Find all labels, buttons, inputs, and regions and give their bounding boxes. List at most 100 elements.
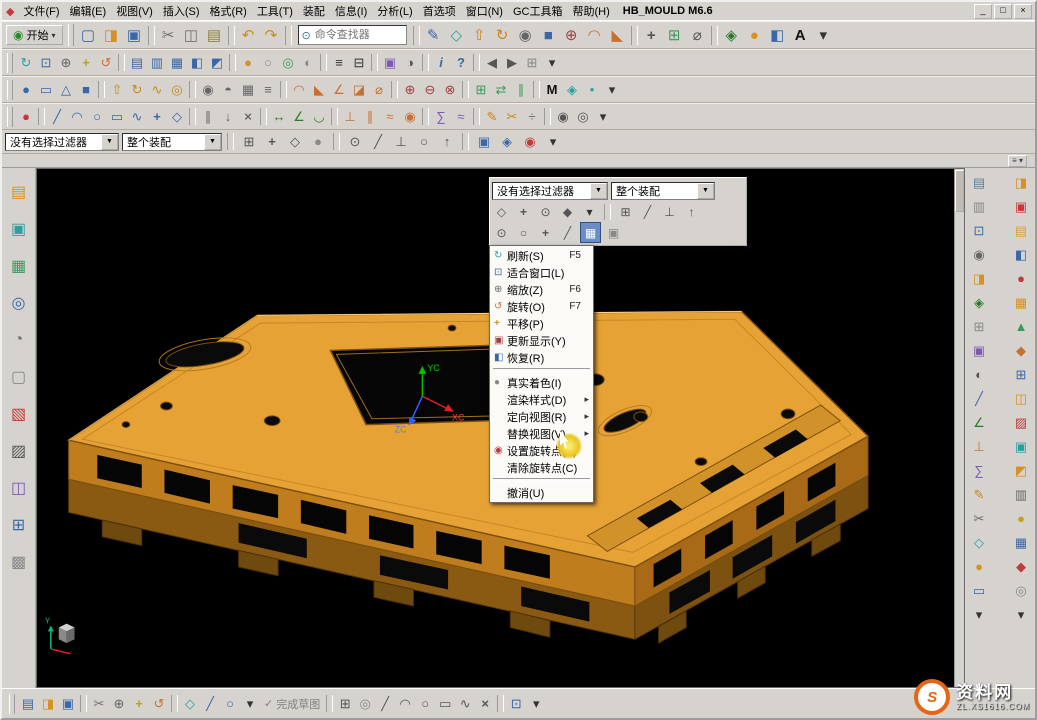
menu-item-clear-rotate-point[interactable]: 清除旋转点(C) <box>491 459 592 476</box>
snap-vertical-icon[interactable]: ↑ <box>437 132 457 152</box>
wcs-icon[interactable]: ◈ <box>720 24 743 47</box>
spline-icon[interactable]: ∿ <box>127 107 147 127</box>
edit-curve-icon[interactable]: ✎ <box>482 107 502 127</box>
more-commands-chevron-icon[interactable]: ▾ <box>602 80 622 100</box>
manufacturing-wizard-icon[interactable]: ▨ <box>7 439 31 463</box>
deviation-icon[interactable]: ≈ <box>451 107 471 127</box>
mold-wizard-icon[interactable]: ◨ <box>1010 172 1032 193</box>
more-commands-chevron-icon[interactable]: ▾ <box>812 24 835 47</box>
menu-item-orient-view[interactable]: 定向视图(R) ▸ <box>491 408 592 425</box>
analysis-flyout-icon[interactable]: ∑ <box>968 460 990 481</box>
hole-icon[interactable]: ◉ <box>198 80 218 100</box>
line-icon[interactable]: ╱ <box>47 107 67 127</box>
bom-icon[interactable]: ▥ <box>1010 484 1032 505</box>
roles-icon[interactable]: ◫ <box>7 476 31 500</box>
snap-icon[interactable]: ◎ <box>355 694 375 714</box>
start-menu-button[interactable]: ◉ 开始 ▾ <box>6 25 63 45</box>
viewport-scrollbar[interactable] <box>954 169 964 687</box>
open-file-icon[interactable]: ◨ <box>100 24 123 47</box>
section-view-icon[interactable]: ▤ <box>968 172 990 193</box>
tools-extra-icon[interactable]: ◎ <box>1010 580 1032 601</box>
pan-icon[interactable]: + <box>76 53 96 73</box>
zoom-icon[interactable]: ⊕ <box>56 53 76 73</box>
check-mold-icon[interactable]: ◆ <box>1010 556 1032 577</box>
pattern-feature-icon[interactable]: ⊞ <box>663 24 686 47</box>
snap-mid-icon[interactable]: ◎ <box>573 107 593 127</box>
history-icon[interactable]: ◔ <box>7 328 31 352</box>
text-icon[interactable]: A <box>789 24 812 47</box>
datum-csys-icon[interactable]: ◈ <box>562 80 582 100</box>
select-body-icon[interactable]: ● <box>308 132 328 152</box>
offset-icon[interactable]: ∥ <box>511 80 531 100</box>
point-icon[interactable]: + <box>147 107 167 127</box>
snap-line-icon[interactable]: ╱ <box>638 202 657 221</box>
snap-enabled-icon[interactable]: ▦ <box>580 222 601 243</box>
next-view-icon[interactable]: ▶ <box>502 53 522 73</box>
snap-perpendicular-icon[interactable]: ⊥ <box>391 132 411 152</box>
minimize-button[interactable]: _ <box>974 4 992 19</box>
runner-icon[interactable]: ● <box>1010 268 1032 289</box>
sphere-icon[interactable]: ● <box>16 80 36 100</box>
moldbase-icon[interactable]: ▦ <box>1010 292 1032 313</box>
command-finder-input[interactable] <box>313 28 403 42</box>
circle-icon[interactable]: ○ <box>220 694 240 714</box>
separator[interactable] <box>371 54 378 71</box>
open-icon[interactable]: ◨ <box>38 694 58 714</box>
separator[interactable] <box>326 695 333 712</box>
edit-flyout-icon[interactable]: ✎ <box>968 484 990 505</box>
separator[interactable] <box>497 695 504 712</box>
thread-icon[interactable]: ⌀ <box>369 80 389 100</box>
separator[interactable] <box>260 108 267 125</box>
separator[interactable] <box>38 108 45 125</box>
chevron-down-icon[interactable]: ▾ <box>526 694 546 714</box>
cooling-icon[interactable]: ▨ <box>1010 412 1032 433</box>
snap-vertical-icon[interactable]: ↑ <box>682 202 701 221</box>
info-icon[interactable]: i <box>431 53 451 73</box>
show-hide-icon[interactable]: ◑ <box>400 53 420 73</box>
parallel-constraint-icon[interactable]: ∥ <box>360 107 380 127</box>
menu-item-update-display[interactable]: ▣ 更新显示(Y) <box>491 332 592 349</box>
back-view-icon[interactable]: ▥ <box>147 53 167 73</box>
edge-blend-icon[interactable]: ◠ <box>289 80 309 100</box>
tangent-constraint-icon[interactable]: ≈ <box>380 107 400 127</box>
new-file-icon[interactable]: ▢ <box>77 24 100 47</box>
snap-line-icon[interactable]: ╱ <box>558 223 577 242</box>
more-commands-chevron-icon[interactable]: ▾ <box>543 132 563 152</box>
extrude-icon[interactable]: ⇧ <box>107 80 127 100</box>
selection-filter-dropdown[interactable]: 没有选择过滤器 ▼ <box>5 133 119 151</box>
pattern-icon[interactable]: ⊞ <box>471 80 491 100</box>
chevron-down-icon[interactable]: ▼ <box>590 183 607 199</box>
slider-icon[interactable]: ◆ <box>1010 340 1032 361</box>
revolve-icon[interactable]: ↻ <box>127 80 147 100</box>
top-view-icon[interactable]: ▦ <box>167 53 187 73</box>
file-icon[interactable]: ▤ <box>18 694 38 714</box>
dock-handle[interactable]: ≡ ▾ <box>1008 155 1027 167</box>
视图(V)[interactable]: 视图(V) <box>111 2 158 20</box>
snap-point-icon[interactable]: + <box>536 223 555 242</box>
menu-item-refresh[interactable]: ↻ 刷新(S) F5 <box>491 247 592 264</box>
selection-filter-dropdown[interactable]: 没有选择过滤器 ▼ <box>492 182 608 200</box>
separator[interactable] <box>227 133 234 150</box>
首选项[interactable]: 首选项 <box>418 2 461 20</box>
separator[interactable] <box>148 26 155 45</box>
cut-icon[interactable]: ✂ <box>89 694 109 714</box>
windows-icon[interactable]: ⊞ <box>7 513 31 537</box>
datum-icon[interactable]: ◇ <box>180 694 200 714</box>
command-finder[interactable]: ⊙ <box>298 25 407 45</box>
menu-item-rotate[interactable]: ↺ 旋转(O) F7 <box>491 298 592 315</box>
sketch-icon[interactable]: ✎ <box>422 24 445 47</box>
view-manager-icon[interactable]: ▦ <box>1010 532 1032 553</box>
system-materials-icon[interactable]: ▢ <box>7 365 31 389</box>
line-flyout-icon[interactable]: ╱ <box>968 388 990 409</box>
snap-center-icon[interactable]: ⊙ <box>345 132 365 152</box>
perpendicular-constraint-icon[interactable]: ⊥ <box>340 107 360 127</box>
shaded-view-icon[interactable]: ● <box>743 24 766 47</box>
sketch-rect-icon[interactable]: ▭ <box>435 694 455 714</box>
save-icon[interactable]: ▣ <box>123 24 146 47</box>
point-icon[interactable]: • <box>582 80 602 100</box>
grid-icon[interactable]: ⊞ <box>522 53 542 73</box>
snap-circle-icon[interactable]: ○ <box>414 132 434 152</box>
插入(S)[interactable]: 插入(S) <box>158 2 205 20</box>
grid-icon[interactable]: ⊞ <box>335 694 355 714</box>
separator[interactable] <box>333 133 340 150</box>
